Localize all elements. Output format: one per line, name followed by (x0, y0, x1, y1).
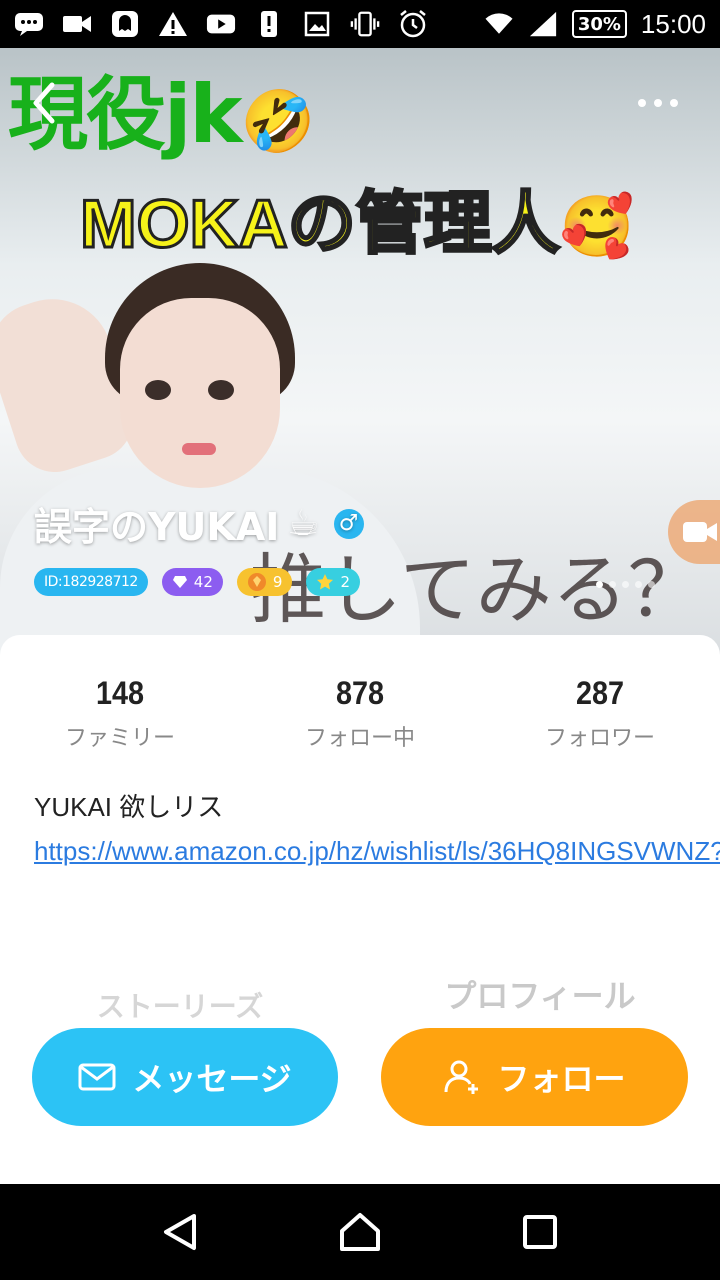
alert-icon (254, 9, 284, 39)
chat-icon (14, 9, 44, 39)
more-dot-icon (654, 99, 662, 107)
nav-back-button[interactable] (150, 1202, 210, 1262)
stat-family[interactable]: 148 ファミリー (0, 675, 240, 752)
bio-link[interactable]: https://www.amazon.co.jp/hz/wishlist/ls/… (34, 836, 720, 866)
home-icon (340, 1213, 380, 1251)
follow-button-label: フォロー (497, 1060, 626, 1098)
carousel-dot (609, 581, 616, 588)
stat-label: ファミリー (64, 726, 175, 751)
stat-followers[interactable]: 287 フォロワー (480, 675, 720, 752)
square-recents-icon (523, 1215, 557, 1249)
tab-profile[interactable]: プロフィール (360, 971, 720, 1025)
clock: 15:00 (640, 8, 706, 39)
carousel-dot (596, 581, 603, 588)
cup-emoji-icon: ☕ (287, 503, 320, 544)
alarm-icon (398, 9, 428, 39)
user-id-text: ID:182928712 (44, 574, 138, 590)
diamond-icon (172, 576, 187, 588)
coin-badge[interactable]: 9 (236, 568, 293, 596)
add-user-icon (444, 1060, 479, 1094)
person-eye (145, 380, 171, 400)
person-eye (208, 380, 234, 400)
user-id-badge[interactable]: ID:182928712 (34, 568, 148, 596)
tab-stories[interactable]: ストーリーズ (0, 985, 360, 1025)
profile-tabs: ストーリーズ プロフィール (0, 977, 720, 1025)
back-button[interactable] (22, 78, 66, 128)
more-dot-icon (670, 99, 678, 107)
star-icon (317, 574, 334, 590)
star-count: 2 (340, 573, 350, 591)
person-lips (182, 443, 216, 455)
vibrate-icon (350, 9, 380, 39)
nav-recents-button[interactable] (510, 1202, 570, 1262)
carousel-dot (635, 581, 642, 588)
notification-icons (14, 9, 428, 39)
stat-value: 148 (95, 675, 145, 711)
message-button[interactable]: メッセージ (32, 1028, 338, 1126)
ghost-icon (110, 9, 140, 39)
profile-badges: ID:182928712 42 9 2 (34, 568, 360, 596)
triangle-back-icon (164, 1214, 196, 1250)
person-face (120, 298, 280, 488)
wifi-icon (484, 9, 514, 39)
more-dot-icon (638, 99, 646, 107)
gender-male-icon: ♂ (333, 508, 364, 539)
warning-icon (158, 9, 188, 39)
bio-text: YUKAI 欲しリス (34, 792, 224, 822)
gem-count: 42 (193, 573, 213, 591)
carousel-indicator (596, 581, 655, 588)
stat-label: フォロー中 (304, 726, 415, 751)
profile-bio: YUKAI 欲しリス https://www.amazon.co.jp/hz/wi… (34, 785, 720, 873)
stat-value: 878 (335, 675, 385, 711)
message-button-label: メッセージ (132, 1060, 292, 1098)
video-icon (62, 9, 92, 39)
gem-badge[interactable]: 42 (161, 568, 223, 596)
star-badge[interactable]: 2 (306, 568, 360, 596)
status-bar: 30% 15:00 (0, 0, 720, 48)
stat-value: 287 (575, 675, 625, 711)
orange-gem-icon (247, 573, 266, 591)
youtube-icon (206, 9, 236, 39)
envelope-icon (78, 1063, 116, 1091)
stat-label: フォロワー (544, 726, 655, 751)
image-icon (302, 9, 332, 39)
profile-cover-image[interactable]: 現役jk🤣 MOKAの管理人🥰 推してみる？😳 誤字のYUKAI ☕ ♂ ID:… (0, 48, 720, 668)
stat-following[interactable]: 878 フォロー中 (240, 675, 480, 752)
more-options-button[interactable] (628, 88, 688, 118)
video-camera-icon (683, 522, 717, 542)
stats-row: 148 ファミリー 878 フォロー中 287 フォロワー (0, 675, 720, 752)
battery-indicator: 30% (571, 10, 627, 38)
follow-button[interactable]: フォロー (381, 1028, 688, 1126)
profile-name-row: 誤字のYUKAI ☕ ♂ (34, 496, 364, 551)
carousel-dot (622, 581, 629, 588)
nav-home-button[interactable] (330, 1202, 390, 1262)
cover-text-line2: MOKAの管理人🥰 (79, 185, 635, 264)
coin-count: 9 (272, 573, 283, 591)
chevron-left-icon (33, 82, 55, 124)
profile-info-card: 148 ファミリー 878 フォロー中 287 フォロワー YUKAI 欲しリス… (0, 635, 720, 1184)
system-navigation-bar (0, 1184, 720, 1280)
signal-icon (528, 9, 558, 39)
profile-username: 誤字のYUKAI (34, 505, 280, 549)
carousel-dot (648, 581, 655, 588)
